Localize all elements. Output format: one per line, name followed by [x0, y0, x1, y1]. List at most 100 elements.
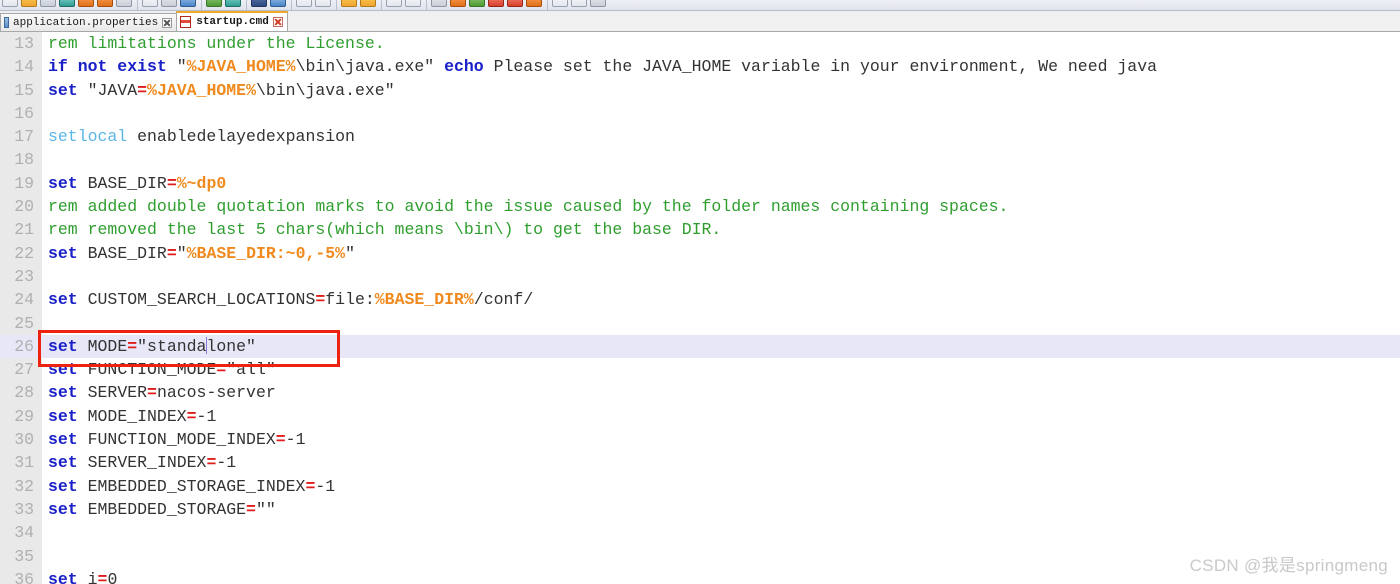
save-macro-icon[interactable] — [488, 0, 504, 7]
code-line[interactable]: 26 set MODE="standalone" — [0, 334, 1400, 359]
code-line[interactable]: 32 set EMBEDDED_STORAGE_INDEX=-1 — [0, 475, 1400, 498]
code-token: 0 — [107, 569, 118, 584]
code-text[interactable]: set EMBEDDED_STORAGE_INDEX=-1 — [48, 475, 335, 498]
code-line[interactable]: 31 set SERVER_INDEX=-1 — [0, 451, 1400, 474]
code-text[interactable]: set BASE_DIR=%~dp0 — [48, 172, 226, 195]
close-icon[interactable] — [272, 17, 283, 27]
code-line[interactable]: 14 if not exist "%JAVA_HOME%\bin\java.exe… — [0, 55, 1400, 78]
code-line[interactable]: 18 — [0, 148, 1400, 171]
save-icon[interactable] — [40, 0, 56, 7]
code-line[interactable]: 29 set MODE_INDEX=-1 — [0, 405, 1400, 428]
sync-scroll-icon[interactable] — [341, 0, 357, 7]
play-macro-icon[interactable] — [469, 0, 485, 7]
code-token: MODE_INDEX — [77, 406, 187, 426]
code-token: %BASE_DIR:~0,-5% — [186, 243, 346, 263]
code-line[interactable]: 13 rem limitations under the License. — [0, 32, 1400, 55]
redo-icon[interactable] — [225, 0, 241, 7]
code-line[interactable]: 25 — [0, 312, 1400, 335]
code-text[interactable]: set MODE_INDEX=-1 — [48, 405, 216, 428]
editor-area[interactable]: 13 rem limitations under the License. 14 if… — [0, 32, 1400, 584]
code-line[interactable]: 16 — [0, 102, 1400, 125]
find-icon[interactable] — [251, 0, 267, 7]
tab-application-properties[interactable]: application.properties — [0, 13, 178, 31]
line-number: 17 — [14, 127, 34, 147]
code-line[interactable]: 23 — [0, 265, 1400, 288]
code-line[interactable]: 24 set CUSTOM_SEARCH_LOCATIONS=file:%BASE… — [0, 288, 1400, 311]
code-text[interactable]: set CUSTOM_SEARCH_LOCATIONS=file:%BASE_D… — [48, 288, 533, 311]
code-line[interactable]: 33 set EMBEDDED_STORAGE="" — [0, 498, 1400, 521]
code-token: BASE_DIR — [77, 243, 167, 263]
print-icon[interactable] — [116, 0, 132, 7]
close-icon[interactable] — [162, 17, 173, 28]
code-token: "all" — [226, 360, 276, 380]
code-token: " — [176, 243, 187, 263]
code-token: -1 — [285, 430, 306, 450]
code-token: "JAVA — [77, 80, 138, 100]
stop-macro-icon[interactable] — [450, 0, 466, 7]
document-map-icon[interactable] — [552, 0, 568, 7]
code-text[interactable]: set EMBEDDED_STORAGE="" — [48, 498, 276, 521]
code-text[interactable]: rem limitations under the License. — [48, 32, 385, 55]
code-token: rem added double quotation marks to avoi… — [48, 197, 1009, 217]
code-token: BASE_DIR — [77, 173, 167, 193]
undo-icon[interactable] — [206, 0, 222, 7]
code-token: file: — [325, 290, 375, 310]
code-line[interactable]: 34 — [0, 521, 1400, 544]
show-symbols-icon[interactable] — [405, 0, 421, 7]
tab-startup-cmd[interactable]: startup.cmd — [176, 11, 288, 31]
close-file-icon[interactable] — [78, 0, 94, 7]
code-text[interactable]: set i=0 — [48, 568, 117, 584]
record-macro-icon[interactable] — [431, 0, 447, 7]
new-file-icon[interactable] — [2, 0, 18, 7]
toolbar-separator — [291, 0, 292, 10]
sync-view-icon[interactable] — [360, 0, 376, 7]
word-wrap-icon[interactable] — [386, 0, 402, 7]
copy-icon[interactable] — [161, 0, 177, 7]
code-token: MODE — [77, 336, 128, 356]
code-line[interactable]: 15 set "JAVA=%JAVA_HOME%\bin\java.exe" — [0, 79, 1400, 102]
run-macro-icon[interactable] — [507, 0, 523, 7]
function-list-icon[interactable] — [571, 0, 587, 7]
code-token: set — [48, 336, 78, 356]
code-line[interactable]: 27 set FUNCTION_MODE="all" — [0, 358, 1400, 381]
code-token: = — [127, 336, 138, 356]
line-number: 14 — [14, 57, 34, 77]
code-text[interactable]: set "JAVA=%JAVA_HOME%\bin\java.exe" — [48, 79, 395, 102]
code-text[interactable]: set SERVER=nacos-server — [48, 381, 276, 404]
code-line[interactable]: 19 set BASE_DIR=%~dp0 — [0, 172, 1400, 195]
code-text[interactable]: rem added double quotation marks to avoi… — [48, 195, 1008, 218]
code-token: = — [186, 406, 197, 426]
code-token: set — [48, 383, 78, 403]
toolbar-separator — [137, 0, 138, 10]
replace-icon[interactable] — [270, 0, 286, 7]
open-folder-icon[interactable] — [21, 0, 37, 7]
code-token: = — [137, 80, 148, 100]
line-number: 21 — [14, 220, 34, 240]
code-text[interactable]: if not exist "%JAVA_HOME%\bin\java.exe" … — [48, 55, 1157, 78]
code-text[interactable]: set BASE_DIR="%BASE_DIR:~0,-5%" — [48, 242, 355, 265]
code-text[interactable]: set MODE="standalone" — [48, 335, 256, 358]
paste-icon[interactable] — [180, 0, 196, 7]
zoom-out-icon[interactable] — [315, 0, 331, 7]
code-line[interactable]: 21 rem removed the last 5 chars(which mea… — [0, 218, 1400, 241]
code-rows[interactable]: 13 rem limitations under the License. 14 if… — [0, 32, 1400, 584]
run-multi-icon[interactable] — [526, 0, 542, 7]
code-text[interactable]: set FUNCTION_MODE_INDEX=-1 — [48, 428, 305, 451]
toolbar-separator — [547, 0, 548, 10]
folder-explorer-icon[interactable] — [590, 0, 606, 7]
code-text[interactable]: rem removed the last 5 chars(which means… — [48, 218, 721, 241]
save-all-icon[interactable] — [59, 0, 75, 7]
code-line[interactable]: 28 set SERVER=nacos-server — [0, 381, 1400, 404]
code-token: set — [48, 499, 78, 519]
code-text[interactable]: set SERVER_INDEX=-1 — [48, 451, 236, 474]
close-all-icon[interactable] — [97, 0, 113, 7]
code-line[interactable]: 17 setlocal enabledelayedexpansion — [0, 125, 1400, 148]
cut-icon[interactable] — [142, 0, 158, 7]
zoom-in-icon[interactable] — [296, 0, 312, 7]
code-line[interactable]: 22 set BASE_DIR="%BASE_DIR:~0,-5%" — [0, 242, 1400, 265]
code-text[interactable]: set FUNCTION_MODE="all" — [48, 358, 276, 381]
code-token: "standa — [137, 336, 207, 356]
code-line[interactable]: 20 rem added double quotation marks to av… — [0, 195, 1400, 218]
code-text[interactable]: setlocal enabledelayedexpansion — [48, 125, 355, 148]
code-line[interactable]: 30 set FUNCTION_MODE_INDEX=-1 — [0, 428, 1400, 451]
